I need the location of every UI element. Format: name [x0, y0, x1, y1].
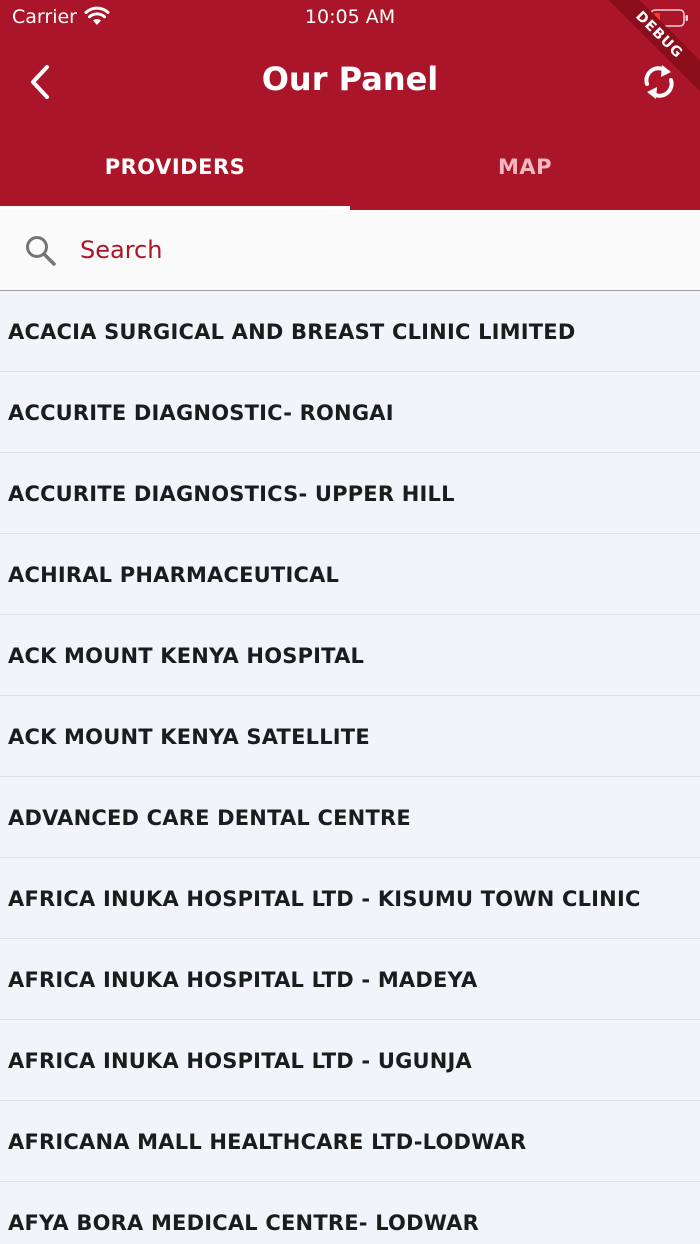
list-item[interactable]: ACCURITE DIAGNOSTIC- RONGAI [0, 372, 700, 453]
sync-icon [644, 65, 674, 99]
list-item[interactable]: ACK MOUNT KENYA SATELLITE [0, 696, 700, 777]
provider-name: ACCURITE DIAGNOSTIC- RONGAI [8, 401, 394, 425]
list-item[interactable]: AFYA BORA MEDICAL CENTRE- LODWAR [0, 1182, 700, 1244]
list-item[interactable]: ACHIRAL PHARMACEUTICAL [0, 534, 700, 615]
app-header: Carrier 10:05 AM DEBUG Our Panel PROVIDE… [0, 0, 700, 210]
status-time: 10:05 AM [304, 6, 396, 28]
tab-providers[interactable]: PROVIDERS [0, 128, 350, 210]
list-item[interactable]: ACK MOUNT KENYA HOSPITAL [0, 615, 700, 696]
list-item[interactable]: AFRICA INUKA HOSPITAL LTD - UGUNJA [0, 1020, 700, 1101]
tab-map[interactable]: MAP [350, 128, 700, 210]
list-item[interactable]: AFRICA INUKA HOSPITAL LTD - MADEYA [0, 939, 700, 1020]
list-item[interactable]: ACACIA SURGICAL AND BREAST CLINIC LIMITE… [0, 291, 700, 372]
search-input[interactable] [80, 228, 660, 272]
provider-name: AFRICA INUKA HOSPITAL LTD - KISUMU TOWN … [8, 887, 641, 911]
list-item[interactable]: AFRICA INUKA HOSPITAL LTD - KISUMU TOWN … [0, 858, 700, 939]
search-bar [0, 210, 700, 291]
provider-name: ADVANCED CARE DENTAL CENTRE [8, 806, 411, 830]
provider-name: AFRICA INUKA HOSPITAL LTD - UGUNJA [8, 1049, 473, 1073]
refresh-button[interactable] [636, 58, 682, 106]
provider-name: ACK MOUNT KENYA HOSPITAL [8, 644, 365, 668]
list-item[interactable]: AFRICANA MALL HEALTHCARE LTD-LODWAR [0, 1101, 700, 1182]
list-item[interactable]: ADVANCED CARE DENTAL CENTRE [0, 777, 700, 858]
provider-name: AFRICANA MALL HEALTHCARE LTD-LODWAR [8, 1130, 527, 1154]
status-bar: Carrier 10:05 AM [0, 0, 700, 36]
provider-name: AFYA BORA MEDICAL CENTRE- LODWAR [8, 1211, 479, 1235]
provider-list: ACACIA SURGICAL AND BREAST CLINIC LIMITE… [0, 291, 700, 1244]
provider-name: ACACIA SURGICAL AND BREAST CLINIC LIMITE… [8, 320, 576, 344]
provider-name: ACK MOUNT KENYA SATELLITE [8, 725, 370, 749]
list-item[interactable]: ACCURITE DIAGNOSTICS- UPPER HILL [0, 453, 700, 534]
provider-name: ACCURITE DIAGNOSTICS- UPPER HILL [8, 482, 455, 506]
search-icon [26, 236, 56, 266]
provider-name: ACHIRAL PHARMACEUTICAL [8, 563, 340, 587]
page-title: Our Panel [261, 60, 439, 98]
provider-name: AFRICA INUKA HOSPITAL LTD - MADEYA [8, 968, 478, 992]
